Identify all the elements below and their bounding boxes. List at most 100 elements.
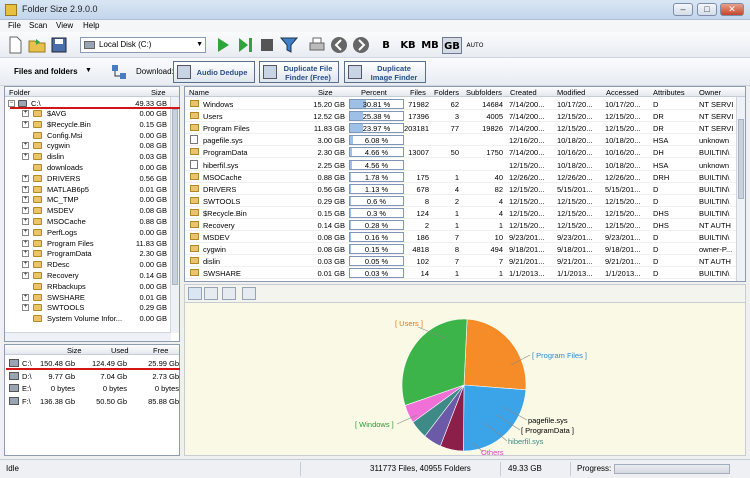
expand-icon[interactable]: + xyxy=(22,293,29,301)
step-icon[interactable] xyxy=(236,36,254,54)
tree-item[interactable]: + SWSHARE 0.01 GB xyxy=(5,292,171,302)
menu-file[interactable]: File xyxy=(8,21,21,30)
unit-b-button[interactable]: B xyxy=(378,37,394,54)
menu-view[interactable]: View xyxy=(56,21,73,30)
table-vertical-scrollbar[interactable] xyxy=(736,97,745,281)
new-scan-icon[interactable] xyxy=(6,36,24,54)
drives-header-size[interactable]: Size xyxy=(67,346,82,355)
bar-chart-tab-icon[interactable] xyxy=(204,287,218,300)
expand-icon[interactable]: + xyxy=(22,250,29,258)
col-subfolders[interactable]: Subfolders xyxy=(466,88,502,97)
open-folder-icon[interactable] xyxy=(28,36,46,54)
table-row[interactable]: Recovery 0.14 GB 2 1 1 12/15/20... 12/15/20...… xyxy=(185,219,737,231)
tree-item[interactable]: + PerfLogs 0.00 GB xyxy=(5,227,171,237)
unit-gb-button[interactable]: GB xyxy=(442,37,462,54)
drive-row[interactable]: D:\ 9.77 Gb 7.04 Gb 2.73 Gb xyxy=(5,370,179,382)
tree-item[interactable]: + Recovery 0.14 GB xyxy=(5,270,171,280)
tree-item[interactable]: + MATLAB6p5 0.01 GB xyxy=(5,184,171,194)
tree-item[interactable]: + RDesc 0.00 GB xyxy=(5,259,171,269)
col-modified[interactable]: Modified xyxy=(557,88,585,97)
network-icon[interactable] xyxy=(111,64,127,80)
expand-icon[interactable]: + xyxy=(22,304,29,312)
tree-item[interactable]: + ProgramData 2.30 GB xyxy=(5,248,171,258)
tree-item[interactable]: downloads 0.00 GB xyxy=(5,162,171,172)
back-icon[interactable] xyxy=(330,36,348,54)
drive-row[interactable]: F:\ 136.38 Gb 50.50 Gb 85.88 Gb xyxy=(5,395,179,407)
menu-scan[interactable]: Scan xyxy=(29,21,47,30)
expand-icon[interactable]: + xyxy=(22,228,29,236)
expand-icon[interactable]: + xyxy=(22,207,29,215)
col-created[interactable]: Created xyxy=(510,88,537,97)
print-icon[interactable] xyxy=(308,36,326,54)
table-row[interactable]: Windows 15.20 GB 71982 62 14684 7/14/200... 10… xyxy=(185,98,737,110)
drives-header-free[interactable]: Free xyxy=(153,346,168,355)
expand-icon[interactable]: + xyxy=(22,153,29,161)
maximize-button[interactable]: □ xyxy=(697,3,717,16)
table-row[interactable]: Users 12.52 GB 17396 3 4005 7/14/200... 12/15/… xyxy=(185,110,737,123)
expand-icon[interactable]: + xyxy=(22,174,29,182)
tree-item[interactable]: + $Recycle.Bin 0.15 GB xyxy=(5,119,171,129)
table-row[interactable]: MSOCache 0.88 GB 175 1 40 12/26/20... 12/26/20… xyxy=(185,171,737,183)
treemap-tab-icon[interactable] xyxy=(242,287,256,300)
save-icon[interactable] xyxy=(50,36,68,54)
play-icon[interactable] xyxy=(214,36,232,54)
tree-horizontal-scrollbar[interactable] xyxy=(5,332,171,341)
expand-icon[interactable]: + xyxy=(22,272,29,279)
drive-select[interactable]: Local Disk (C:) ▼ xyxy=(80,37,206,53)
view-mode-dropdown[interactable]: Files and folders xyxy=(14,67,78,76)
table-row[interactable]: DRIVERS 0.56 GB 678 4 82 12/15/20... 5/15/201.… xyxy=(185,183,737,195)
unit-kb-button[interactable]: KB xyxy=(398,37,418,54)
tree-item[interactable]: RRbackups 0.00 GB xyxy=(5,281,171,291)
table-row[interactable]: dislin 0.03 GB 102 7 7 9/21/201... 9/21/201...… xyxy=(185,255,737,268)
col-accessed[interactable]: Accessed xyxy=(606,88,639,97)
tree-item[interactable]: + SWTOOLS 0.29 GB xyxy=(5,302,171,312)
tree-item[interactable]: + dislin 0.03 GB xyxy=(5,151,171,161)
chart-3d-tab-icon[interactable] xyxy=(222,287,236,300)
tree-item[interactable]: + MSDEV 0.08 GB xyxy=(5,205,171,215)
table-row[interactable]: pagefile.sys 3.00 GB 12/16/20... 10/18/20..… xyxy=(185,134,737,147)
expand-icon[interactable]: + xyxy=(22,218,29,225)
menu-help[interactable]: Help xyxy=(83,21,99,30)
minimize-button[interactable]: – xyxy=(673,3,693,16)
expand-icon[interactable]: + xyxy=(22,185,29,193)
tree-item[interactable]: + $AVG 0.00 GB xyxy=(5,108,171,118)
col-owner[interactable]: Owner xyxy=(699,88,721,97)
pie-slice[interactable] xyxy=(463,318,527,391)
expand-icon[interactable]: + xyxy=(22,120,29,128)
tree-item[interactable]: + cygwin 0.08 GB xyxy=(5,140,171,150)
close-button[interactable]: ✕ xyxy=(720,3,744,16)
filter-icon[interactable] xyxy=(280,36,298,54)
table-row[interactable]: MSDEV 0.08 GB 186 7 10 9/23/201... 9/23/201...… xyxy=(185,231,737,244)
unit-mb-button[interactable]: MB xyxy=(420,37,440,54)
tree-scroll-thumb[interactable] xyxy=(172,109,178,285)
table-row[interactable]: hiberfil.sys 2.25 GB 12/15/20... 10/18/20..… xyxy=(185,159,737,171)
tree-item[interactable]: + DRIVERS 0.56 GB xyxy=(5,173,171,183)
expand-icon[interactable]: + xyxy=(22,261,29,269)
tree-header-size[interactable]: Size xyxy=(151,88,166,97)
table-row[interactable]: Program Files 11.83 GB 203181 77 19826 7/14/2… xyxy=(185,122,737,135)
expand-icon[interactable]: + xyxy=(22,196,29,204)
tree-item[interactable]: + Program Files 11.83 GB xyxy=(5,238,171,248)
table-row[interactable]: ProgramData 2.30 GB 13007 50 1750 7/14/200...… xyxy=(185,146,737,159)
tree-item[interactable]: + MSOCache 0.88 GB xyxy=(5,216,171,226)
unit-auto-button[interactable]: AUTO xyxy=(464,37,486,54)
drive-row[interactable]: E:\ 0 bytes 0 bytes 0 bytes xyxy=(5,382,179,394)
expand-icon[interactable]: + xyxy=(22,110,29,117)
expand-icon[interactable]: + xyxy=(22,239,29,247)
col-files[interactable]: Files xyxy=(410,88,426,97)
tree-item[interactable]: System Volume Infor... 0.00 GB xyxy=(5,313,171,323)
col-percent[interactable]: Percent xyxy=(361,88,387,97)
stop-icon[interactable] xyxy=(258,36,276,54)
collapse-icon[interactable]: − xyxy=(8,100,15,107)
expand-icon[interactable]: + xyxy=(22,142,29,150)
duplicate-image-finder-button[interactable]: Duplicate Image Finder xyxy=(344,61,426,83)
table-row[interactable]: SWTOOLS 0.29 GB 8 2 4 12/15/20... 12/15/20... 1… xyxy=(185,195,737,207)
tree-vertical-scrollbar[interactable] xyxy=(170,97,179,333)
table-row[interactable]: SWSHARE 0.01 GB 14 1 1 1/1/2013... 1/1/2013...… xyxy=(185,267,737,280)
col-attributes[interactable]: Attributes xyxy=(653,88,685,97)
chevron-down-icon[interactable]: ▼ xyxy=(85,67,92,74)
pie-chart-tab-icon[interactable] xyxy=(188,287,202,300)
duplicate-file-finder-button[interactable]: Duplicate File Finder (Free) xyxy=(259,61,339,83)
tree-item[interactable]: + MC_TMP 0.00 GB xyxy=(5,194,171,204)
tree-item[interactable]: Config.Msi 0.00 GB xyxy=(5,130,171,140)
